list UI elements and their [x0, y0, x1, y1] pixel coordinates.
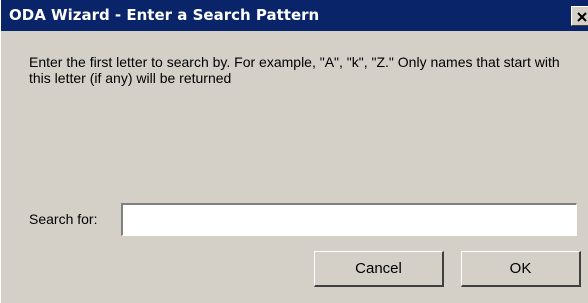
close-icon	[577, 12, 587, 22]
title-bar[interactable]: ODA Wizard - Enter a Search Pattern	[1, 0, 588, 31]
close-button[interactable]	[571, 6, 588, 26]
dialog-window: ODA Wizard - Enter a Search Pattern Ente…	[0, 0, 588, 303]
ok-button[interactable]: OK	[461, 251, 581, 287]
search-input[interactable]	[120, 202, 578, 237]
cancel-button[interactable]: Cancel	[314, 251, 444, 287]
search-label: Search for:	[29, 211, 98, 227]
dialog-title: ODA Wizard - Enter a Search Pattern	[9, 6, 320, 24]
instruction-text: Enter the first letter to search by. For…	[29, 54, 560, 86]
